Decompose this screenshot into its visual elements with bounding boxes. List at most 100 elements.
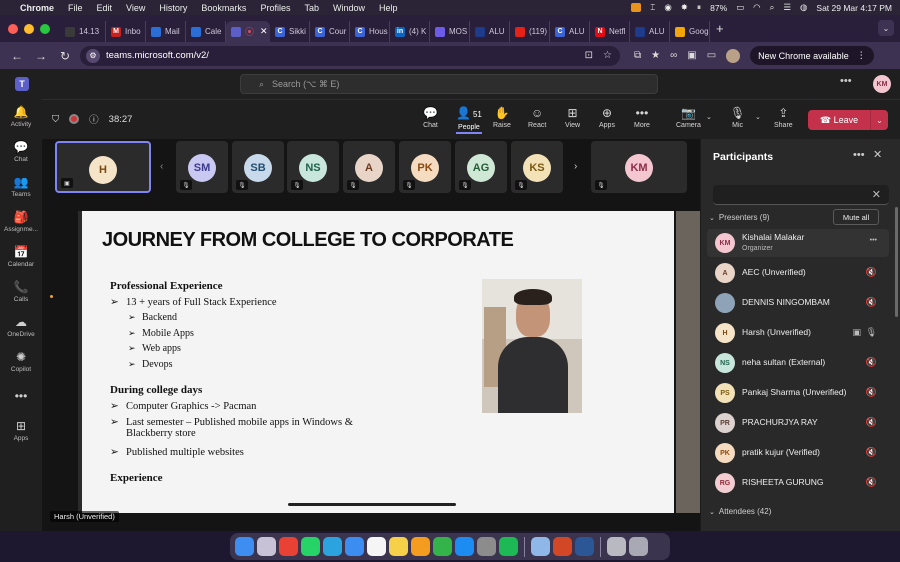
browser-tab[interactable]: C Sikki [270, 21, 310, 42]
row-more-icon[interactable]: ••• [870, 237, 877, 244]
more-button[interactable]: ••• More [634, 106, 650, 129]
rail-item-activity[interactable]: 🔔 Activity [0, 105, 42, 128]
reload-icon[interactable]: ↻ [56, 49, 74, 63]
control-center-icon[interactable]: ☰ [783, 2, 791, 13]
recording-icon[interactable] [69, 114, 80, 124]
close-icon[interactable]: ✕ [873, 148, 882, 161]
appstore-icon[interactable] [455, 537, 474, 556]
camera-button[interactable]: 📷 Camera [676, 106, 701, 129]
menu-view[interactable]: View [126, 3, 145, 13]
wifi-icon[interactable]: ◠ [753, 2, 760, 13]
cast-icon[interactable]: ⊡ [585, 50, 593, 61]
bookmark-star-icon[interactable]: ☆ [603, 50, 612, 61]
browser-tab[interactable]: C ALU [550, 21, 590, 42]
menu-edit[interactable]: Edit [97, 3, 113, 13]
rail-item-teams[interactable]: 👥 Teams [0, 175, 42, 198]
settings-icon[interactable] [477, 537, 496, 556]
participant-row[interactable]: PS Pankaj Sharma (Unverified) 🔇 [707, 379, 889, 407]
site-info-icon[interactable]: ⚙ [86, 48, 100, 63]
presenters-group-header[interactable]: ⌄ Presenters (9) [709, 213, 770, 222]
siri-icon[interactable]: ◍ [800, 2, 807, 13]
extension-tabs-icon[interactable]: ▣ [687, 50, 696, 61]
rail-item-calendar[interactable]: 📅 Calendar [0, 245, 42, 268]
browser-tab[interactable]: Goog [670, 21, 710, 42]
react-button[interactable]: ☺ React [528, 106, 546, 129]
spotlight-icon[interactable]: ⌕ [770, 2, 775, 13]
participant-row[interactable]: PK pratik kujur (Verified) 🔇 [707, 439, 889, 467]
close-window-button[interactable] [8, 23, 18, 34]
mic-muted-icon[interactable]: 🔇 [866, 387, 877, 398]
menu-window[interactable]: Window [333, 3, 365, 13]
panel-more-icon[interactable]: ••• [853, 149, 865, 161]
numbers-icon[interactable] [433, 537, 452, 556]
ps-icon[interactable]: ◉ [664, 2, 671, 13]
participant-row[interactable]: NS neha sultan (External) 🔇 [707, 349, 889, 377]
screen-scroll-indicator[interactable] [288, 503, 456, 506]
attendees-group-header[interactable]: ⌄ Attendees (42) [709, 507, 771, 516]
finder-icon[interactable] [235, 537, 254, 556]
battery-icon[interactable]: ▭ [736, 2, 744, 13]
raise-hand-button[interactable]: ✋ Raise [493, 106, 511, 129]
participant-tile[interactable]: PK 🎙 [399, 141, 451, 193]
clear-search-icon[interactable]: ✕ [872, 188, 881, 201]
share-button[interactable]: ⇪ Share [774, 106, 793, 129]
browser-tab[interactable]: 14.13 [60, 21, 106, 42]
participant-row[interactable]: A AEC (Unverified) 🔇 [707, 259, 889, 287]
mail-icon[interactable] [345, 537, 364, 556]
forward-arrow-icon[interactable]: → [32, 49, 50, 63]
strip-next-chevron-icon[interactable]: › [574, 161, 577, 172]
profile-avatar[interactable] [726, 48, 741, 63]
telegram-icon[interactable] [323, 537, 342, 556]
browser-tab[interactable]: MOS [430, 21, 470, 42]
rail-item-copilot[interactable]: ✺ Copilot [0, 350, 42, 373]
browser-tab[interactable]: ALU [470, 21, 510, 42]
browser-tab[interactable]: C Cour [310, 21, 350, 42]
participant-tile[interactable]: A 🎙 [343, 141, 395, 193]
browser-tab[interactable]: ALU [630, 21, 670, 42]
mic-muted-icon[interactable]: 🔇 [866, 417, 877, 428]
close-tab-icon[interactable]: ✕ [260, 26, 268, 37]
tab-search-chevron-icon[interactable]: ⌄ [878, 20, 894, 36]
mic-muted-icon[interactable]: 🔇 [866, 357, 877, 368]
minimize-window-button[interactable] [24, 23, 34, 34]
participant-row[interactable]: H Harsh (Unverified) 🎙 ▣ [707, 319, 889, 347]
address-bar[interactable]: ⚙ teams.microsoft.com/v2/ ⊡ ☆ [80, 45, 620, 66]
panel-scrollbar[interactable] [895, 207, 898, 317]
whatsapp-icon[interactable] [301, 537, 320, 556]
extension-puzzle-icon[interactable]: ⧉ [634, 50, 641, 61]
mic-button[interactable]: 🎙 Mic [730, 106, 745, 129]
menu-app-name[interactable]: Chrome [20, 3, 54, 13]
rail-item-calls[interactable]: 📞 Calls [0, 280, 42, 303]
participant-tile[interactable]: AG 🎙 [455, 141, 507, 193]
menu-file[interactable]: File [68, 3, 83, 13]
camera-options-chevron-icon[interactable]: ⌄ [706, 113, 712, 121]
rail-item-onedrive[interactable]: ☁ OneDrive [0, 315, 42, 338]
mic-muted-icon[interactable]: 🔇 [866, 267, 877, 278]
ai-icon[interactable]: ✸ [681, 2, 688, 13]
leave-options-chevron-icon[interactable]: ⌄ [870, 110, 888, 130]
extension-star-icon[interactable]: ★ [651, 50, 660, 61]
participant-row[interactable]: PR PRACHURJYA RAY 🔇 [707, 409, 889, 437]
mic-muted-icon[interactable]: 🔇 [866, 447, 877, 458]
view-button[interactable]: ⊞ View [565, 106, 580, 129]
mic-options-chevron-icon[interactable]: ⌄ [755, 113, 761, 121]
spotify-icon[interactable] [499, 537, 518, 556]
participant-tile[interactable]: SM 🎙 [176, 141, 228, 193]
rail-item-apps[interactable]: ⊞ Apps [0, 419, 42, 442]
browser-tab[interactable]: M Inbo [106, 21, 146, 42]
mic-icon[interactable]: 🎙 [866, 327, 877, 338]
more-options-icon[interactable]: ••• [840, 75, 852, 87]
browser-tab[interactable]: (119) [510, 21, 550, 42]
menu-bookmarks[interactable]: Bookmarks [201, 3, 246, 13]
browser-tab[interactable]: in (4) K [390, 21, 430, 42]
browser-tab[interactable]: N Netfl [590, 21, 630, 42]
menubar-datetime[interactable]: Sat 29 Mar 4:17 PM [816, 3, 892, 13]
word-icon[interactable] [575, 537, 594, 556]
menu-history[interactable]: History [159, 3, 187, 13]
teams-search-input[interactable]: ⌕ Search (⌥ ⌘ E) [240, 74, 658, 94]
participant-tile[interactable]: KS 🎙 [511, 141, 563, 193]
menu-help[interactable]: Help [379, 3, 398, 13]
participant-search-input[interactable]: ✕ [713, 185, 889, 205]
reminders-icon[interactable] [367, 537, 386, 556]
participant-tile[interactable]: SB 🎙 [232, 141, 284, 193]
